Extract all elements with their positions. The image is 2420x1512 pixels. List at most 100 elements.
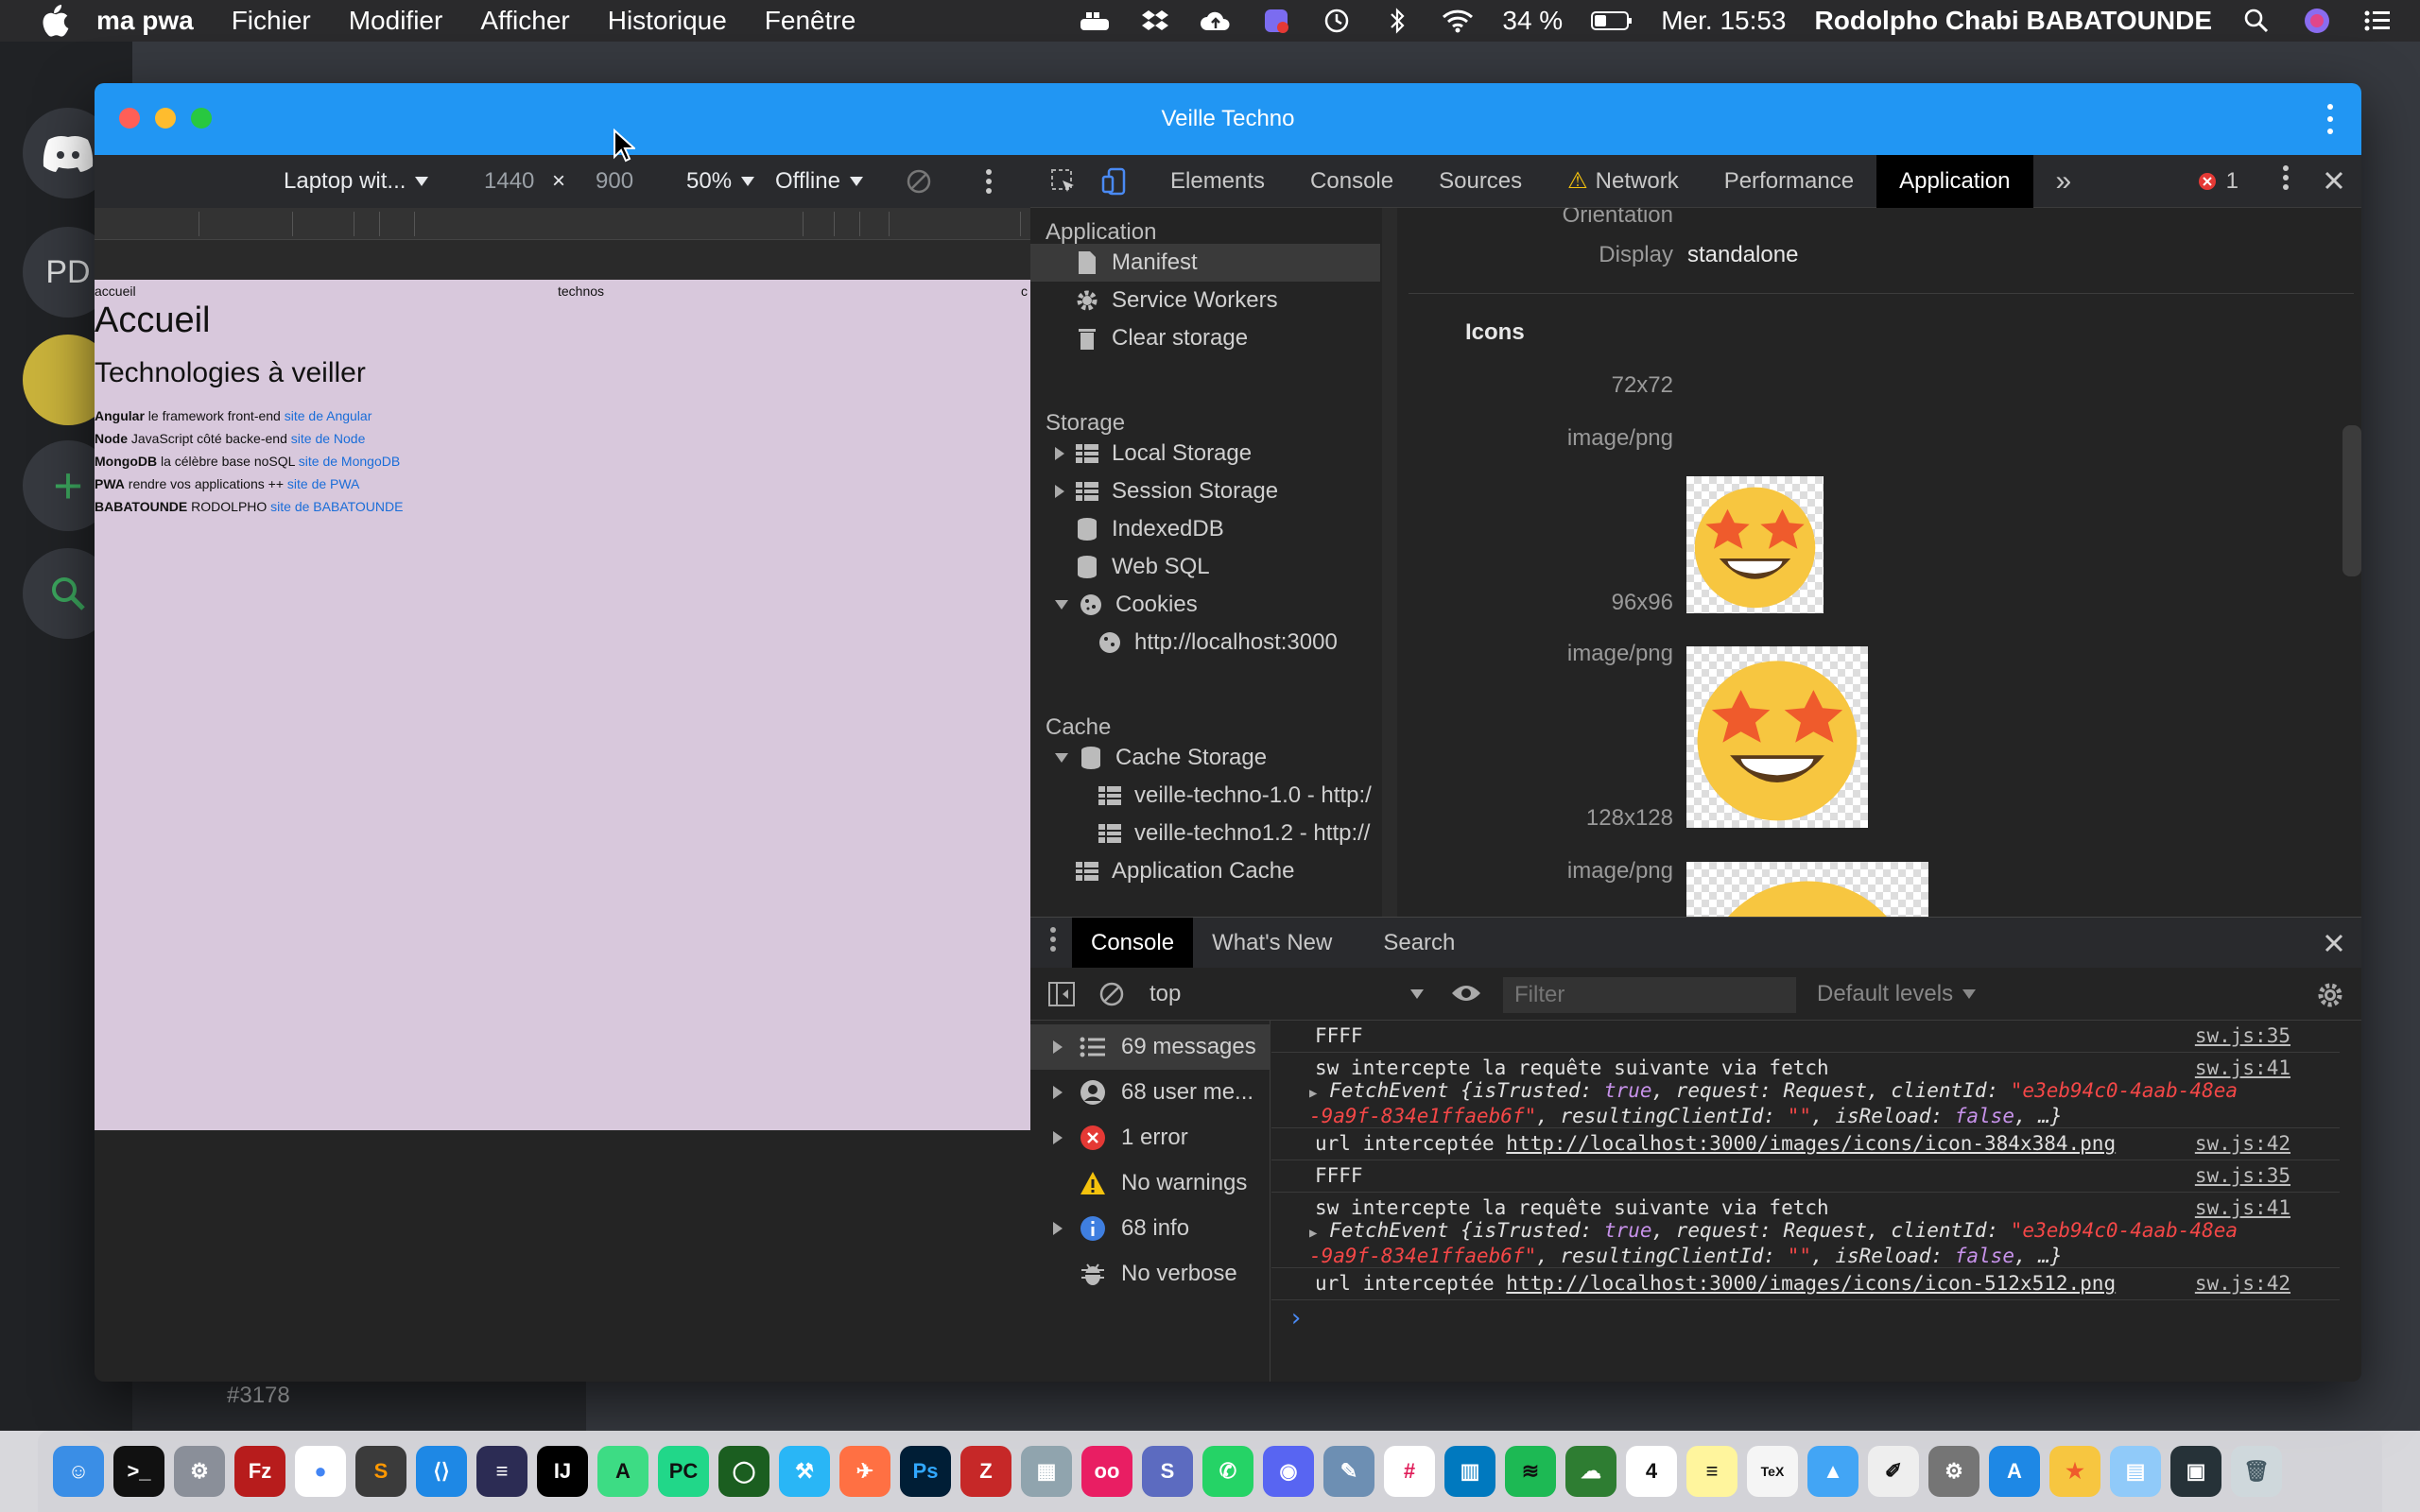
preview-icon[interactable]: ✎ [1323,1446,1374,1497]
postman-icon[interactable]: ✈ [839,1446,890,1497]
menu-fichier[interactable]: Fichier [232,6,311,36]
sidebar-item-websql[interactable]: Web SQL [1030,548,1380,586]
techno-link[interactable]: site de MongoDB [299,454,400,469]
drawer-tab-whats-new[interactable]: What's New [1193,918,1351,969]
expand-icon[interactable]: ▶ [1309,1086,1317,1101]
sidebar-item-service-workers[interactable]: Service Workers [1030,282,1380,319]
terminal-icon[interactable]: >_ [113,1446,164,1497]
sidebar-item-app-cache[interactable]: Application Cache [1030,852,1380,890]
packages-icon[interactable]: ▦ [1021,1446,1072,1497]
nav-link-accueil[interactable]: accueil [95,284,136,299]
sidebar-item-indexeddb[interactable]: IndexedDB [1030,510,1380,548]
siri-icon[interactable] [2301,7,2333,35]
sidebar-scrollbar[interactable] [1382,208,1397,917]
battery-icon[interactable] [1591,7,1633,35]
message-url-link[interactable]: http://localhost:3000/images/icons/icon-… [1506,1272,2116,1295]
photoshop-icon[interactable]: Ps [900,1446,951,1497]
techno-link[interactable]: site de Node [291,431,366,446]
filezilla-icon[interactable]: Fz [234,1446,285,1497]
filter-user-messages[interactable]: 68 user me... [1030,1070,1270,1115]
android-studio-icon[interactable]: A [597,1446,648,1497]
sidebar-item-cache-1[interactable]: veille-techno-1.0 - http:/ [1030,777,1380,815]
tab-performance[interactable]: Performance [1702,155,1876,208]
menu-modifier[interactable]: Modifier [349,6,443,36]
message-source-link[interactable]: sw.js:41 [2195,1057,2290,1079]
system-monitor-icon[interactable]: ⚙ [1928,1446,1979,1497]
menubar-clock[interactable]: Mer. 15:53 [1661,6,1786,36]
keynote-icon[interactable]: ▲ [1807,1446,1858,1497]
console-message[interactable]: sw intercepte la requête suivante via fe… [1271,1196,2340,1268]
context-select[interactable]: top [1150,981,1424,1007]
clear-console-icon[interactable] [1098,981,1125,1014]
close-devtools-icon[interactable] [2324,170,2344,198]
bluetooth-icon[interactable] [1381,7,1413,35]
discord-icon[interactable]: ◉ [1263,1446,1314,1497]
sidebar-item-cache-2[interactable]: veille-techno1.2 - http:// [1030,815,1380,852]
sidebar-item-manifest[interactable]: Manifest [1030,244,1380,282]
expand-icon[interactable] [1055,485,1064,498]
sidebar-item-cookie-origin[interactable]: http://localhost:3000 [1030,624,1380,662]
message-source-link[interactable]: sw.js:42 [2195,1132,2290,1155]
console-message[interactable]: FFFF sw.js:35 [1271,1024,2340,1053]
more-tabs-icon[interactable]: » [2033,155,2095,208]
console-settings-gear-icon[interactable] [2316,981,2344,1016]
pycharm-icon[interactable]: PC [658,1446,709,1497]
sidebar-item-clear-storage[interactable]: Clear storage [1030,319,1380,357]
fetch-event-object[interactable]: ▶ FetchEvent {isTrusted: true, request: … [1309,1219,2334,1267]
menu-historique[interactable]: Historique [608,6,727,36]
techno-link[interactable]: site de PWA [287,476,360,491]
menubar-user[interactable]: Rodolpho Chabi BABATOUNDE [1815,6,2212,36]
sidebar-toggle-icon[interactable] [1047,981,1076,1014]
filter-info[interactable]: 68 info [1030,1206,1270,1251]
calendar-icon[interactable]: 4 [1626,1446,1677,1497]
cloud-app-icon[interactable]: ☁ [1565,1446,1616,1497]
close-drawer-icon[interactable] [2324,933,2344,960]
app-status-icon[interactable] [1260,7,1292,35]
expand-icon[interactable] [1055,447,1064,460]
console-message[interactable]: url interceptée http://localhost:3000/im… [1271,1132,2340,1160]
sidebar-item-cookies[interactable]: Cookies [1030,586,1380,624]
minimize-window-icon[interactable] [155,108,176,129]
message-source-link[interactable]: sw.js:35 [2195,1024,2290,1047]
filter-verbose[interactable]: No verbose [1030,1251,1270,1297]
finder-icon[interactable]: ☺ [53,1446,104,1497]
whatsapp-icon[interactable]: ✆ [1202,1446,1253,1497]
flickr-icon[interactable]: oo [1081,1446,1132,1497]
console-message[interactable]: FFFF sw.js:35 [1271,1164,2340,1193]
techno-link[interactable]: site de BABATOUNDE [270,499,403,514]
wifi-icon[interactable] [1442,7,1474,35]
rotate-icon[interactable] [906,168,932,201]
message-source-link[interactable]: sw.js:42 [2195,1272,2290,1295]
viewport-width[interactable]: 1440 [484,168,534,195]
eclipse-che-icon[interactable]: ◯ [718,1446,769,1497]
downloads-folder-icon[interactable]: ▤ [2110,1446,2161,1497]
pwa-app-icon[interactable]: ★ [2049,1446,2100,1497]
nav-link-technos[interactable]: technos [558,284,604,299]
zoom-select[interactable]: 50% [686,168,755,195]
console-message[interactable]: url interceptée http://localhost:3000/im… [1271,1272,2340,1300]
device-toggle-icon[interactable] [1100,167,1129,196]
drawer-tab-console[interactable]: Console [1072,917,1194,969]
media-query-bar[interactable] [95,208,1030,240]
device-toolbar-more-icon[interactable] [985,168,993,201]
network-throttle-select[interactable]: Offline [775,168,863,195]
vscode-icon[interactable]: ⟨⟩ [416,1446,467,1497]
console-message[interactable]: sw intercepte la requête suivante via fe… [1271,1057,2340,1128]
console-prompt[interactable]: › [1288,1304,1304,1332]
filter-warnings[interactable]: No warnings [1030,1160,1270,1206]
filter-all-messages[interactable]: 69 messages [1030,1024,1270,1070]
filter-errors[interactable]: 1 error [1030,1115,1270,1160]
sidebar-item-local-storage[interactable]: Local Storage [1030,435,1380,472]
manifest-scrollbar[interactable] [2342,425,2361,576]
menu-afficher[interactable]: Afficher [480,6,569,36]
scrum-icon[interactable]: S [1142,1446,1193,1497]
slack-icon[interactable]: # [1384,1446,1435,1497]
trash-icon[interactable]: 🗑 [2231,1446,2282,1497]
window-menu-icon[interactable] [2325,104,2335,134]
devtools-menu-icon[interactable] [2282,164,2290,198]
xcode-icon[interactable]: ⚒ [779,1446,830,1497]
trello-icon[interactable]: ▥ [1444,1446,1495,1497]
app-store-icon[interactable]: A [1989,1446,2040,1497]
collapse-icon[interactable] [1055,600,1068,610]
close-window-icon[interactable] [119,108,140,129]
